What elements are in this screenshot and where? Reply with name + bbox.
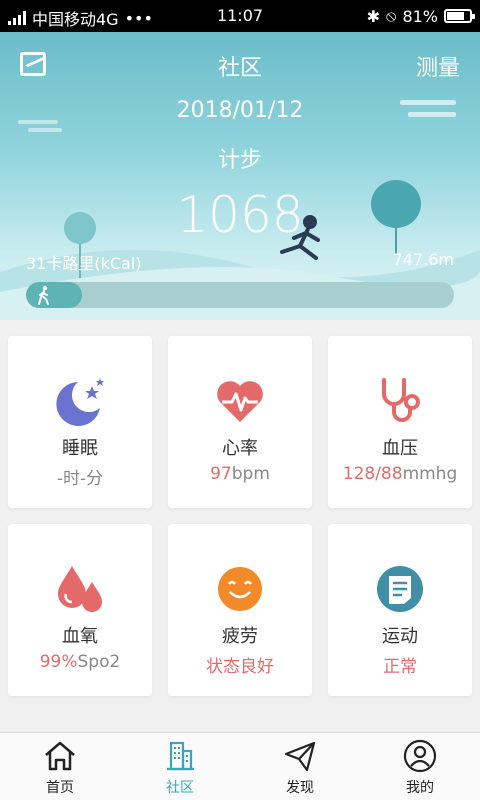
card-heart-rate[interactable]: 心率 97bpm xyxy=(168,336,312,508)
page-title: 社区 xyxy=(217,56,262,81)
card-value: 97bpm xyxy=(210,464,270,484)
calories-label: 31卡路里(kCal) xyxy=(26,254,142,273)
battery-icon xyxy=(444,9,475,23)
card-fatigue[interactable]: 疲劳 状态良好 xyxy=(168,524,312,696)
bottom-tab-bar: 首页 社区 发现 我的 xyxy=(0,732,480,800)
step-progress-fill xyxy=(26,282,82,308)
moon-stars-icon xyxy=(56,378,104,426)
paper-plane-icon xyxy=(284,741,316,772)
water-drops-icon xyxy=(58,566,102,612)
bluetooth-icon: ✱ xyxy=(366,6,380,26)
mode-label: 计步 xyxy=(217,148,262,173)
battery-percent: 81% xyxy=(402,6,438,26)
walking-icon xyxy=(38,285,49,305)
step-count: 1068 xyxy=(176,186,304,244)
tab-discover[interactable]: 发现 xyxy=(240,733,360,800)
card-title: 运动 xyxy=(382,626,418,647)
building-icon xyxy=(167,741,194,771)
distance-label: 747.6m xyxy=(392,250,454,269)
tab-home[interactable]: 首页 xyxy=(0,733,120,800)
step-progress-bar xyxy=(26,282,454,308)
date-label: 2018/01/12 xyxy=(176,98,304,123)
card-value: 128/88mmhg xyxy=(342,464,458,484)
card-sleep[interactable]: 睡眠 -时-分 xyxy=(8,336,152,508)
smiley-face-icon xyxy=(218,567,262,611)
card-title: 心率 xyxy=(222,438,258,459)
mute-icon: ⦸ xyxy=(386,6,397,25)
user-circle-icon xyxy=(403,739,437,773)
heart-pulse-icon xyxy=(217,381,263,422)
card-title: 血压 xyxy=(382,438,418,459)
card-title: 疲劳 xyxy=(222,626,258,647)
card-blood-oxygen[interactable]: 血氧 99%Spo2 xyxy=(8,524,152,696)
stethoscope-icon xyxy=(382,378,420,422)
card-value: 状态良好 xyxy=(206,657,274,677)
card-value: 正常 xyxy=(383,657,417,677)
tab-label: 我的 xyxy=(406,780,434,796)
measure-button[interactable]: 测量 xyxy=(416,50,460,82)
tab-label: 社区 xyxy=(166,780,194,796)
status-bar: 中国移动4G ••• 11:07 ✱ ⦸ 81% xyxy=(0,0,480,32)
tab-community[interactable]: 社区 xyxy=(120,733,240,800)
tab-profile[interactable]: 我的 xyxy=(360,733,480,800)
card-title: 睡眠 xyxy=(62,438,98,459)
card-blood-pressure[interactable]: 血压 128/88mmhg xyxy=(328,336,472,508)
tab-label: 首页 xyxy=(46,780,74,796)
tab-label: 发现 xyxy=(286,780,314,796)
card-title: 血氧 xyxy=(62,626,98,647)
home-icon xyxy=(45,741,75,771)
document-list-icon xyxy=(377,566,423,612)
step-summary-panel: 社区 测量 2018/01/12 计步 1068 31卡路里(kCal) 747… xyxy=(0,32,480,320)
card-exercise[interactable]: 运动 正常 xyxy=(328,524,472,696)
card-value: 99%Spo2 xyxy=(39,652,121,672)
card-value: -时-分 xyxy=(56,469,104,489)
